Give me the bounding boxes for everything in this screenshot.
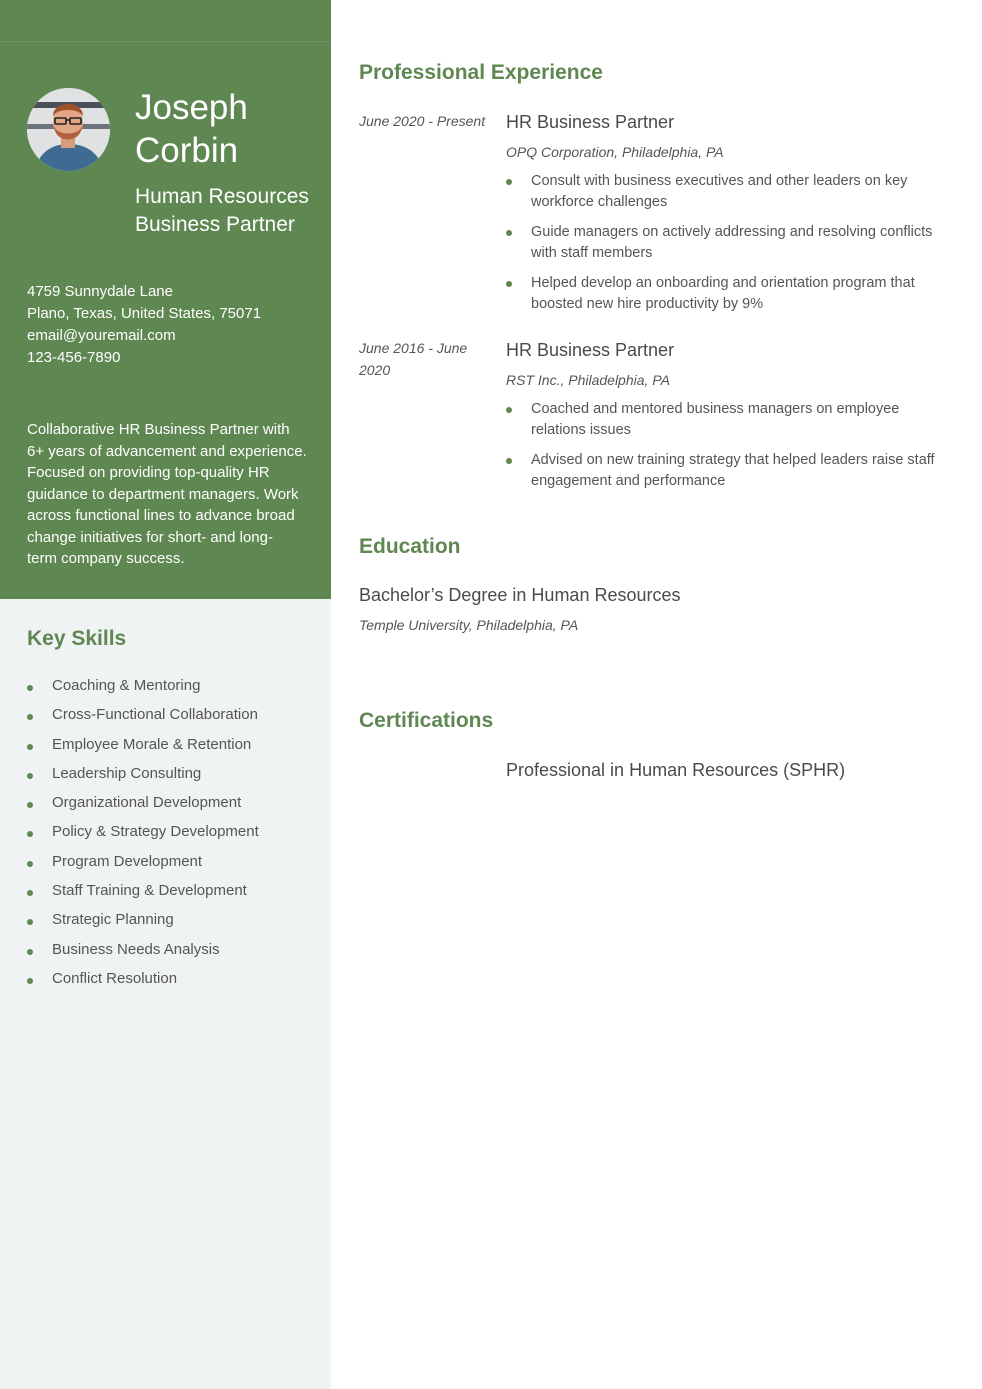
phone: 123-456-7890: [27, 349, 121, 366]
bullet-text: Consult with business executives and oth…: [531, 173, 908, 210]
bullet-icon: [27, 977, 33, 984]
degree: Bachelor’s Degree in Human Resources: [359, 585, 681, 605]
job-role: Human Resources Business Partner: [135, 185, 309, 236]
bullet-icon: [506, 230, 512, 236]
bullet-text: Guide managers on actively addressing an…: [531, 224, 933, 261]
bullet-icon: [27, 948, 33, 955]
job-company: RST Inc., Philadelphia, PA: [506, 372, 670, 388]
bullet-icon: [27, 685, 33, 691]
bullet-text: Helped develop an onboarding and orienta…: [531, 275, 915, 312]
sidebar-header: Joseph Corbin Human Resources Business P…: [0, 0, 331, 599]
bullet-icon: [506, 281, 512, 287]
skill-item: Coaching & Mentoring: [27, 674, 259, 703]
skills-heading: Key Skills: [27, 627, 127, 650]
experience-heading: Professional Experience: [359, 61, 603, 84]
skill-item: Organizational Development: [27, 791, 259, 820]
bullet-icon: [27, 772, 33, 779]
bullet-icon: [506, 458, 512, 464]
bullet-icon: [27, 743, 33, 750]
job-date: June 2020 - Present: [359, 113, 486, 129]
bullet-text: Advised on new training strategy that he…: [531, 452, 935, 489]
bullet-icon: [506, 407, 512, 413]
skill-label: Cross-Functional Collaboration: [52, 706, 258, 724]
address-line-1: 4759 Sunnydale Lane: [27, 283, 173, 300]
skill-label: Strategic Planning: [52, 911, 174, 929]
job-bullet: Coached and mentored business managers o…: [506, 399, 951, 441]
job-bullets: Coached and mentored business managers o…: [506, 399, 951, 501]
last-name: Corbin: [135, 131, 239, 170]
bullet-icon: [506, 179, 512, 185]
bullet-icon: [27, 890, 33, 897]
skill-label: Policy & Strategy Development: [52, 823, 259, 841]
education-heading: Education: [359, 535, 461, 558]
job-title: HR Business Partner: [506, 340, 675, 360]
skill-label: Staff Training & Development: [52, 882, 247, 900]
skill-item: Leadership Consulting: [27, 762, 259, 791]
profile-summary: Collaborative HR Business Partner with 6…: [27, 421, 307, 567]
job-bullet: Advised on new training strategy that he…: [506, 450, 951, 492]
first-name: Joseph: [135, 88, 248, 127]
skill-label: Conflict Resolution: [52, 969, 178, 987]
skill-item: Program Development: [27, 850, 259, 879]
bullet-icon: [27, 860, 33, 867]
sidebar: Joseph Corbin Human Resources Business P…: [0, 0, 331, 1389]
job-company: OPQ Corporation, Philadelphia, PA: [506, 144, 724, 160]
skill-item: Conflict Resolution: [27, 967, 259, 996]
school: Temple University, Philadelphia, PA: [359, 617, 579, 633]
skill-label: Employee Morale & Retention: [52, 735, 252, 753]
skill-item: Employee Morale & Retention: [27, 733, 259, 762]
skills-list: Coaching & Mentoring Cross-Functional Co…: [27, 674, 259, 996]
skill-label: Coaching & Mentoring: [52, 677, 201, 694]
skill-label: Organizational Development: [52, 794, 242, 812]
job-bullet: Consult with business executives and oth…: [506, 171, 951, 213]
contact-info: 4759 Sunnydale Lane Plano, Texas, United…: [27, 281, 261, 369]
bullet-text: Coached and mentored business managers o…: [531, 401, 900, 438]
skill-item: Policy & Strategy Development: [27, 820, 259, 849]
bullet-icon: [27, 919, 33, 926]
address-line-2: Plano, Texas, United States, 75071: [27, 305, 262, 322]
skill-item: Cross-Functional Collaboration: [27, 703, 259, 732]
bullet-icon: [27, 714, 33, 721]
job-date: June 2016 - June 2020: [359, 340, 468, 378]
job-bullet: Guide managers on actively addressing an…: [506, 222, 951, 264]
person-name: Joseph Corbin: [135, 86, 325, 172]
skill-label: Program Development: [52, 852, 203, 870]
email[interactable]: email@youremail.com: [27, 325, 261, 347]
bullet-icon: [27, 831, 33, 838]
certifications-heading: Certifications: [359, 709, 494, 732]
skill-item: Staff Training & Development: [27, 879, 259, 908]
skill-item: Business Needs Analysis: [27, 938, 259, 967]
bullet-icon: [27, 802, 33, 809]
avatar: [27, 88, 110, 171]
job-bullet: Helped develop an onboarding and orienta…: [506, 273, 951, 315]
header-divider: [0, 41, 331, 42]
avatar-photo-icon: [27, 88, 110, 171]
skill-label: Leadership Consulting: [52, 764, 202, 782]
job-title: HR Business Partner: [506, 112, 675, 132]
certification-item: Professional in Human Resources (SPHR): [506, 760, 846, 780]
job-bullets: Consult with business executives and oth…: [506, 171, 951, 324]
skill-item: Strategic Planning: [27, 908, 259, 937]
skill-label: Business Needs Analysis: [52, 940, 220, 958]
